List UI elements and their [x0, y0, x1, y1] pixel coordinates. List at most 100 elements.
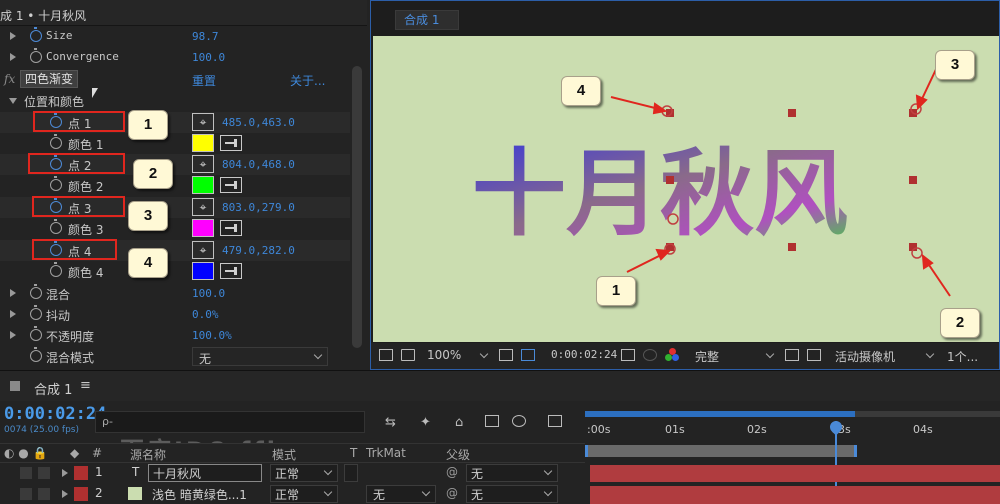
region-icon[interactable]	[785, 349, 799, 361]
zoom-select[interactable]: 100%	[427, 348, 461, 362]
layer-parent-select[interactable]: 无	[466, 485, 558, 503]
layer-mode-select[interactable]: 正常	[270, 485, 338, 503]
stopwatch-icon[interactable]	[30, 48, 42, 63]
shy-layers-icon[interactable]: ⌂	[455, 415, 469, 430]
mask-icon[interactable]	[521, 349, 535, 361]
work-area-bar[interactable]	[585, 445, 857, 457]
point-2-value[interactable]: 804.0,468.0	[222, 158, 295, 171]
layer-row[interactable]: 2 浅色 暗黄绿色...1 正常 无 @ 无	[0, 484, 585, 504]
expand-triangle-icon[interactable]	[10, 331, 16, 339]
camera-select[interactable]: 活动摄像机	[835, 348, 895, 365]
stopwatch-icon[interactable]	[50, 176, 62, 191]
stopwatch-icon[interactable]	[50, 134, 62, 149]
label-color-swatch[interactable]	[74, 466, 88, 480]
timeline-timecode[interactable]: 0:00:02:24	[4, 404, 106, 424]
stopwatch-icon[interactable]	[30, 27, 42, 42]
jitter-value[interactable]: 0.0%	[192, 308, 219, 321]
collapse-triangle-icon[interactable]	[9, 98, 17, 104]
views-select[interactable]: 1个...	[947, 348, 978, 365]
expand-triangle-icon[interactable]	[10, 53, 16, 61]
channel-icon[interactable]	[643, 349, 657, 361]
scrollbar[interactable]	[352, 66, 362, 348]
opacity-value[interactable]: 100.0%	[192, 329, 232, 342]
eyedropper-icon[interactable]	[220, 135, 242, 151]
size-value[interactable]: 98.7	[192, 30, 219, 43]
point-1-value[interactable]: 485.0,463.0	[222, 116, 295, 129]
layer-mode-select[interactable]: 正常	[270, 464, 338, 482]
label-tag-icon[interactable]: ◆	[70, 446, 79, 460]
expand-triangle-icon[interactable]	[10, 32, 16, 40]
tab-composition[interactable]: 合成 1	[395, 10, 459, 30]
resolution-select[interactable]: 完整	[695, 348, 719, 365]
fx-icon[interactable]: fx	[4, 72, 15, 86]
draft-3d-icon[interactable]: ✦	[420, 415, 434, 430]
layer-trkmat-select[interactable]: 无	[366, 485, 436, 503]
visibility-toggle[interactable]	[20, 488, 32, 500]
solo-toggle[interactable]	[38, 488, 50, 500]
bounding-handle[interactable]	[788, 243, 796, 251]
source-name-header[interactable]: 源名称	[130, 446, 166, 463]
motion-blur-icon[interactable]	[512, 415, 526, 427]
crosshair-icon[interactable]: ⌖	[192, 113, 214, 131]
crosshair-icon[interactable]: ⌖	[192, 155, 214, 173]
effect-name[interactable]: 四色渐变	[20, 70, 78, 88]
stopwatch-icon[interactable]	[50, 262, 62, 277]
expand-triangle-icon[interactable]	[62, 490, 68, 498]
camera-icon[interactable]	[621, 349, 635, 361]
pickwhip-icon[interactable]: @	[446, 465, 458, 479]
viewer-timecode[interactable]: 0:00:02:24	[551, 348, 617, 361]
crosshair-icon[interactable]: ⌖	[192, 198, 214, 216]
tab-timeline-composition[interactable]: 合成 1	[34, 379, 72, 398]
snapshot-icon[interactable]	[379, 349, 393, 361]
color-1-swatch[interactable]	[192, 134, 214, 152]
eyedropper-icon[interactable]	[220, 263, 242, 279]
graph-icon[interactable]	[548, 415, 562, 427]
eyedropper-icon[interactable]	[220, 177, 242, 193]
color-2-swatch[interactable]	[192, 176, 214, 194]
color-4-swatch[interactable]	[192, 262, 214, 280]
blend-mode-select[interactable]: 无	[192, 347, 328, 366]
layer-name-field[interactable]: 十月秋风	[148, 464, 262, 482]
av-switches-icon[interactable]: ◐ ● 🔒	[4, 446, 48, 460]
preserve-transparency-toggle[interactable]	[344, 464, 358, 482]
frame-blending-icon[interactable]	[485, 415, 499, 427]
pickwhip-icon[interactable]: @	[446, 486, 458, 500]
layer-parent-select[interactable]: 无	[466, 464, 558, 482]
about-link[interactable]: 关于...	[290, 72, 325, 89]
stopwatch-icon[interactable]	[50, 219, 62, 234]
layer-search-input[interactable]: ρ-	[95, 411, 365, 433]
crosshair-icon[interactable]: ⌖	[192, 241, 214, 259]
bounding-handle[interactable]	[666, 176, 674, 184]
transparency-grid-icon[interactable]	[807, 349, 821, 361]
expand-triangle-icon[interactable]	[10, 289, 16, 297]
reset-link[interactable]: 重置	[192, 72, 216, 89]
solo-toggle[interactable]	[38, 467, 50, 479]
bounding-handle[interactable]	[788, 109, 796, 117]
label-color-swatch[interactable]	[74, 487, 88, 501]
point-4-value[interactable]: 479.0,282.0	[222, 244, 295, 257]
blend-value[interactable]: 100.0	[192, 287, 225, 300]
bounding-handle[interactable]	[909, 176, 917, 184]
monitor-icon[interactable]	[401, 349, 415, 361]
color-channels-icon[interactable]	[665, 348, 679, 362]
layer-1-duration-bar[interactable]	[590, 465, 1000, 482]
stopwatch-icon[interactable]	[30, 284, 42, 299]
stopwatch-icon[interactable]	[30, 347, 42, 362]
eyedropper-icon[interactable]	[220, 220, 242, 236]
convergence-value[interactable]: 100.0	[192, 51, 225, 64]
composition-canvas[interactable]: 十月秋风 4 1 3 2	[373, 36, 999, 342]
color-3-swatch[interactable]	[192, 219, 214, 237]
panel-menu-icon[interactable]: ≡	[80, 378, 91, 393]
visibility-toggle[interactable]	[20, 467, 32, 479]
layer-name[interactable]: 浅色 暗黄绿色...1	[152, 486, 247, 503]
stopwatch-icon[interactable]	[30, 326, 42, 341]
expand-triangle-icon[interactable]	[10, 310, 16, 318]
layer-2-duration-bar[interactable]	[590, 486, 1000, 504]
time-ruler[interactable]: :00s 01s 02s 03s 04s	[585, 411, 1000, 463]
point-3-value[interactable]: 803.0,279.0	[222, 201, 295, 214]
grid-icon[interactable]	[499, 349, 513, 361]
layer-row[interactable]: 1 T 十月秋风 正常 @ 无	[0, 463, 585, 483]
graph-editor-icon[interactable]: ⇆	[385, 415, 399, 430]
stopwatch-icon[interactable]	[30, 305, 42, 320]
expand-triangle-icon[interactable]	[62, 469, 68, 477]
